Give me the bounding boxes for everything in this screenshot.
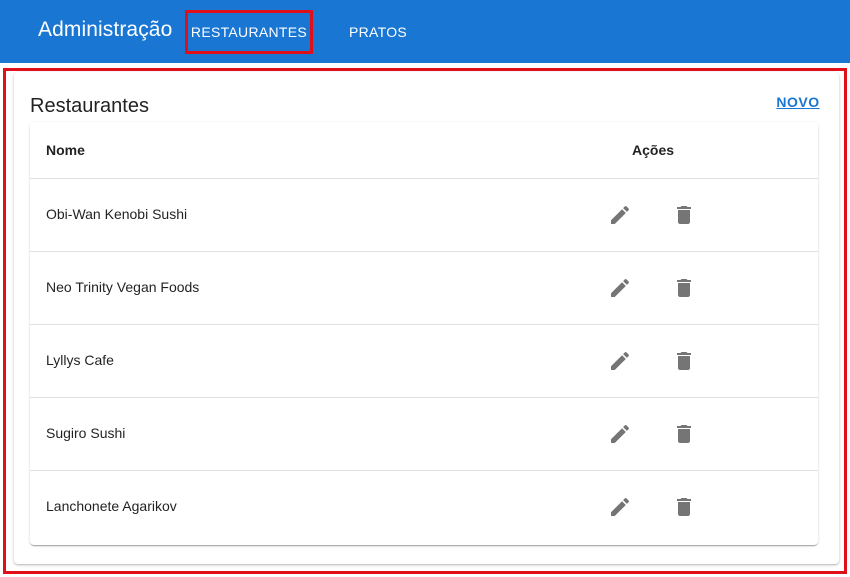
trash-icon[interactable]: [672, 422, 696, 446]
header-nome: Nome: [46, 142, 85, 158]
trash-icon[interactable]: [672, 349, 696, 373]
restaurants-table: Nome Ações Obi-Wan Kenobi Sushi Neo Trin…: [30, 122, 818, 545]
header-acoes: Ações: [632, 142, 675, 158]
restaurant-name: Obi-Wan Kenobi Sushi: [46, 206, 188, 222]
restaurant-name: Lanchonete Agarikov: [46, 498, 177, 514]
trash-icon[interactable]: [672, 276, 696, 300]
restaurant-name: Neo Trinity Vegan Foods: [46, 279, 200, 295]
pencil-icon[interactable]: [608, 422, 632, 446]
new-restaurant-button[interactable]: NOVO: [776, 94, 820, 112]
page-title: Restaurantes: [30, 95, 149, 117]
nav-pratos-button[interactable]: PRATOS: [341, 11, 415, 53]
app-title: Administração: [38, 18, 173, 41]
table-row: Neo Trinity Vegan Foods: [30, 252, 818, 325]
table-row: Obi-Wan Kenobi Sushi: [30, 179, 818, 252]
app-bar: Administração RESTAURANTES PRATOS: [0, 0, 850, 63]
pencil-icon[interactable]: [608, 276, 632, 300]
pencil-icon[interactable]: [608, 349, 632, 373]
trash-icon[interactable]: [672, 495, 696, 519]
table-row: Sugiro Sushi: [30, 398, 818, 471]
pencil-icon[interactable]: [608, 203, 632, 227]
nav-restaurantes-button[interactable]: RESTAURANTES: [185, 10, 313, 54]
trash-icon[interactable]: [672, 203, 696, 227]
table-row: Lyllys Cafe: [30, 325, 818, 398]
table-row: Lanchonete Agarikov: [30, 471, 818, 544]
restaurant-name: Sugiro Sushi: [46, 425, 126, 441]
restaurant-name: Lyllys Cafe: [46, 352, 114, 368]
pencil-icon[interactable]: [608, 495, 632, 519]
table-header-row: Nome Ações: [30, 122, 818, 179]
